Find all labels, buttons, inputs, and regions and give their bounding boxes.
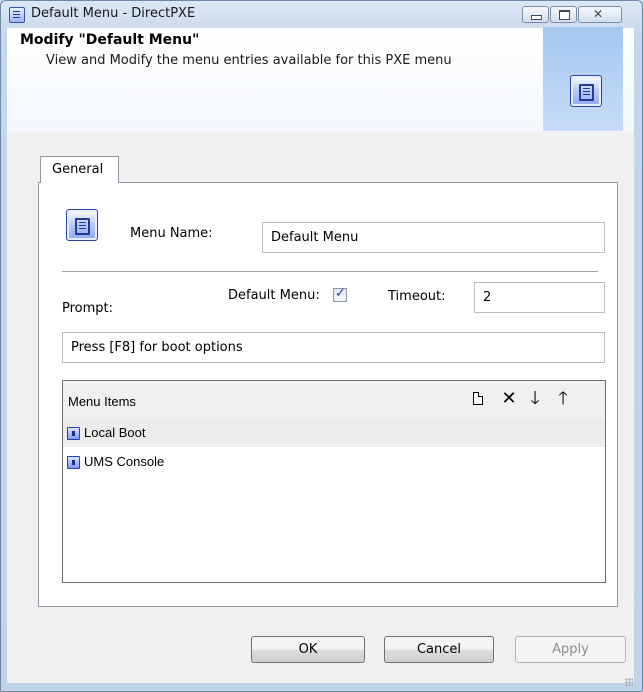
close-button[interactable]: ✕	[578, 6, 622, 23]
header-banner	[543, 27, 623, 131]
resize-grip-icon[interactable]	[625, 678, 633, 686]
timeout-input[interactable]	[474, 282, 605, 313]
maximize-icon	[559, 10, 570, 20]
boot-entry-icon	[67, 456, 80, 469]
list-item-ums-console[interactable]: UMS Console	[63, 448, 605, 476]
list-item-label: UMS Console	[84, 454, 165, 469]
section-divider	[62, 271, 598, 273]
timeout-label: Timeout:	[388, 289, 446, 304]
maximize-button[interactable]	[550, 6, 577, 23]
delete-item-button[interactable]: ✕	[499, 388, 519, 410]
menu-properties-icon	[66, 209, 98, 241]
title-bar[interactable]: Default Menu - DirectPXE ✕	[1, 1, 642, 29]
window-title: Default Menu - DirectPXE	[31, 6, 196, 21]
list-item-local-boot[interactable]: Local Boot	[63, 419, 605, 447]
menu-name-label: Menu Name:	[130, 226, 213, 241]
delete-x-icon: ✕	[501, 388, 517, 409]
menu-items-header: Menu Items ✕ 🡓 🡑	[63, 381, 605, 419]
move-down-button[interactable]: 🡓	[525, 388, 545, 410]
header-title: Modify "Default Menu"	[20, 32, 200, 48]
tab-general-label: General	[52, 162, 104, 177]
minimize-icon	[531, 15, 542, 20]
app-menu-icon[interactable]	[9, 7, 25, 23]
header-description: View and Modify the menu entries availab…	[46, 53, 452, 68]
new-item-button[interactable]	[469, 388, 489, 410]
minimize-button[interactable]	[522, 6, 549, 23]
apply-button[interactable]: Apply	[515, 636, 626, 663]
move-up-button[interactable]: 🡑	[553, 388, 573, 410]
arrow-down-icon: 🡓	[530, 388, 540, 409]
menu-document-icon	[570, 75, 602, 107]
cancel-button[interactable]: Cancel	[384, 636, 494, 663]
list-item-label: Local Boot	[84, 425, 146, 440]
menu-items-title: Menu Items	[68, 394, 136, 409]
menu-items-list[interactable]: Menu Items ✕ 🡓 🡑 Local Boot UMS Console	[62, 380, 606, 583]
close-icon: ✕	[593, 7, 604, 21]
prompt-label: Prompt:	[62, 301, 114, 316]
new-document-icon	[473, 392, 483, 405]
default-menu-checkbox[interactable]: ✓	[333, 286, 347, 302]
checkmark-icon: ✓	[335, 286, 346, 301]
prompt-input[interactable]	[62, 332, 605, 363]
ok-button[interactable]: OK	[251, 636, 365, 663]
boot-entry-icon	[67, 427, 80, 440]
tab-general[interactable]: General	[40, 156, 119, 183]
arrow-up-icon: 🡑	[558, 388, 568, 409]
menu-name-input[interactable]	[262, 222, 605, 253]
default-menu-label: Default Menu:	[228, 288, 320, 303]
